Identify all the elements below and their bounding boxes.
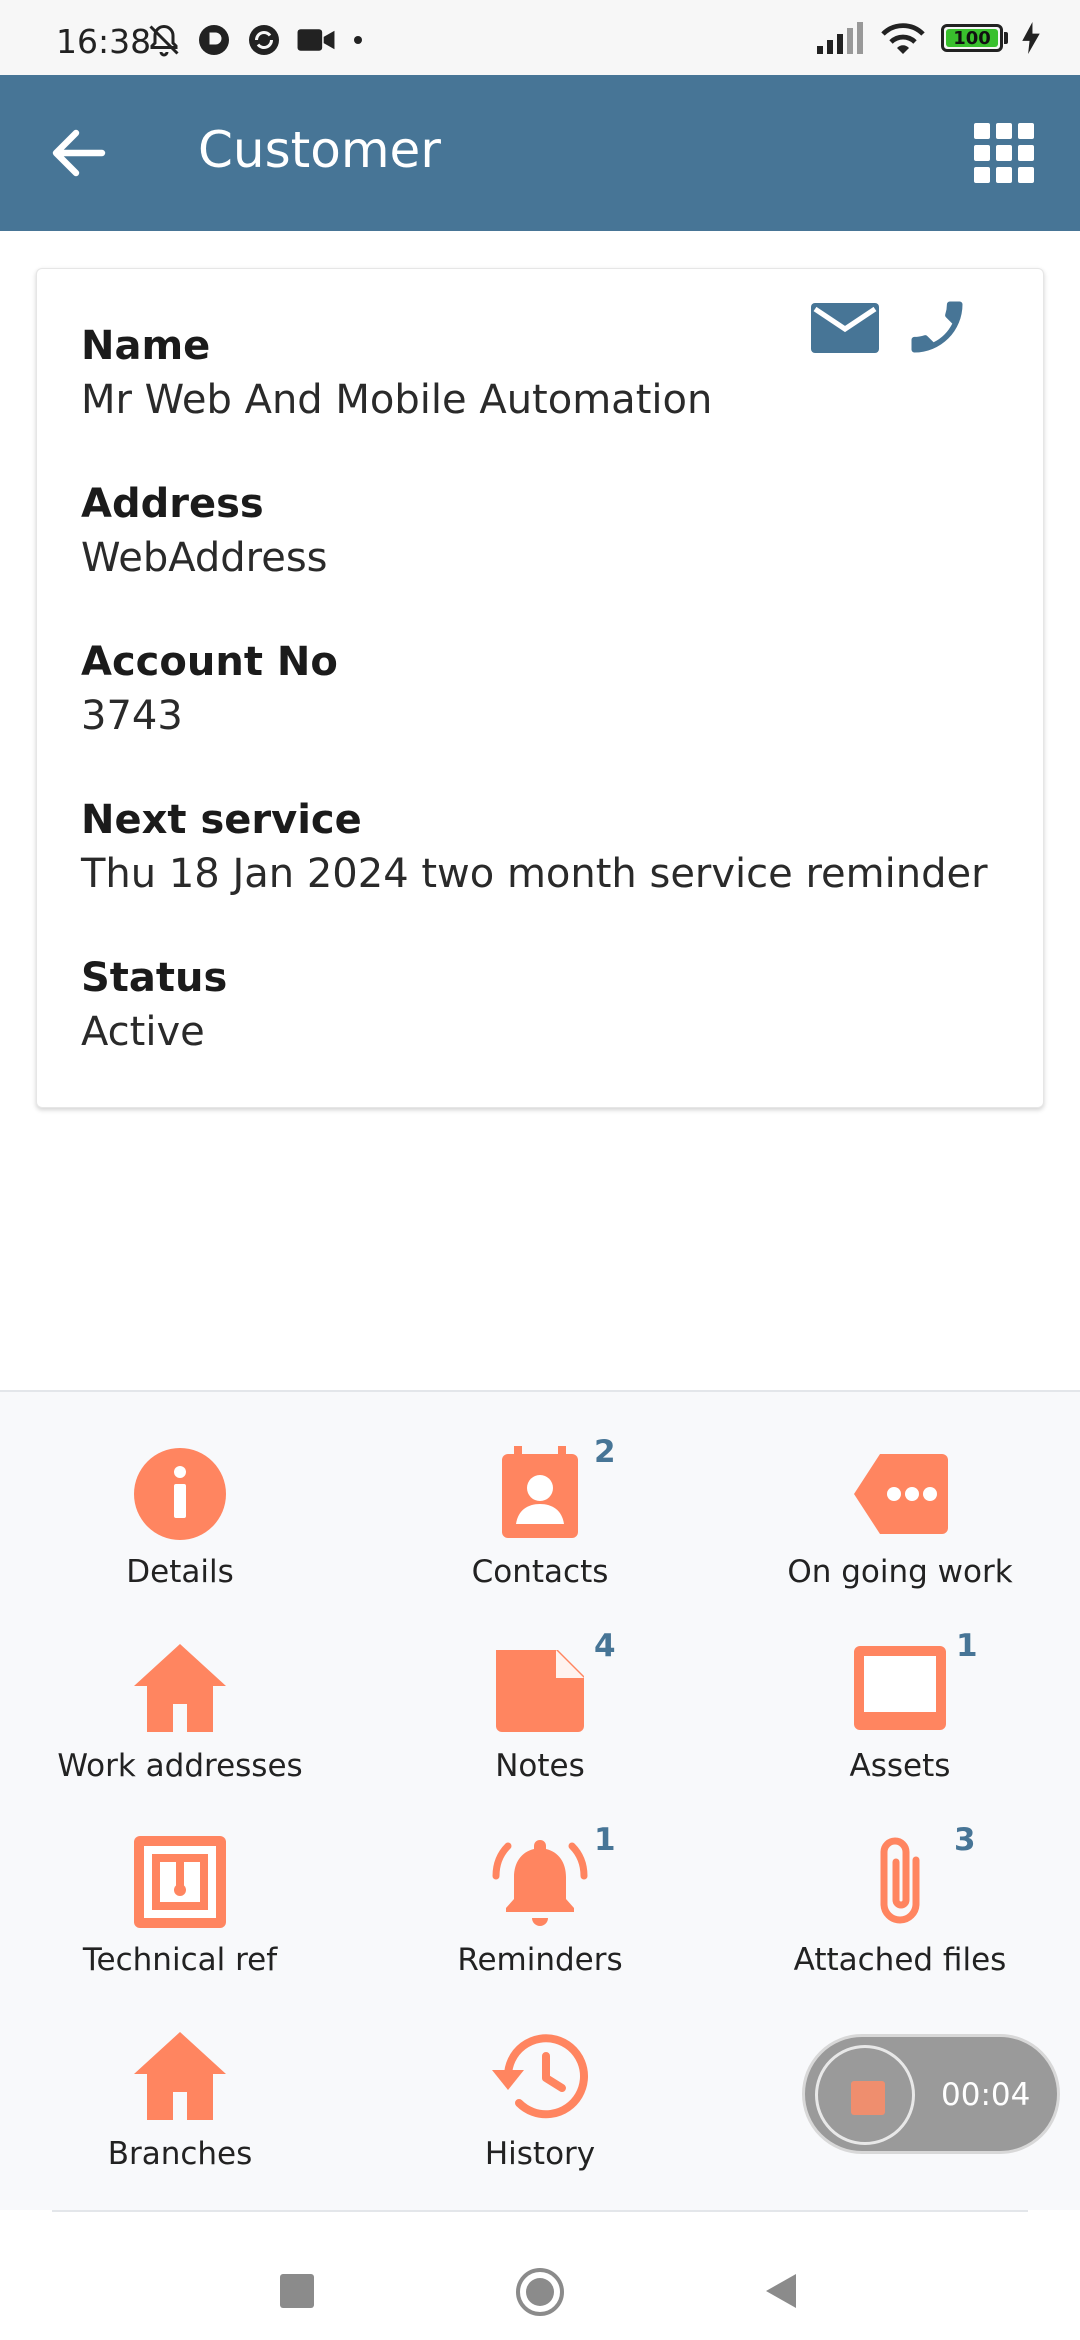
reminders-badge: 1 [594, 1822, 616, 1858]
customer-card: Name Mr Web And Mobile Automation Addres… [36, 268, 1044, 1108]
menu-item-history[interactable]: History [390, 2026, 690, 2176]
field-label: Address [81, 481, 264, 527]
page-title: Customer [198, 121, 441, 179]
menu-item-contacts[interactable]: 2 Contacts [390, 1434, 690, 1594]
menu-label: Details [126, 1554, 234, 1590]
apps-grid-icon [974, 123, 990, 139]
menu-item-assets[interactable]: 1 Assets [750, 1628, 1050, 1788]
name-field: Name Mr Web And Mobile Automation [81, 319, 712, 427]
status-bar: 16:38 100 [0, 0, 1080, 75]
field-label: Next service [81, 797, 362, 843]
notes-badge: 4 [594, 1628, 616, 1664]
home-icon [134, 1644, 226, 1732]
menu-item-work-addresses[interactable]: Work addresses [30, 1638, 330, 1788]
field-value: WebAddress [81, 535, 328, 581]
nfc-icon [134, 1836, 226, 1928]
menu-item-branches[interactable]: Branches [30, 2026, 330, 2176]
menu-label: Technical ref [82, 1942, 278, 1978]
menu-item-attached-files[interactable]: 3 Attached files [750, 1822, 1050, 1982]
home-icon [134, 2032, 226, 2120]
signal-icon [817, 22, 863, 54]
menu-label: Contacts [471, 1554, 609, 1590]
menu-item-details[interactable]: Details [30, 1444, 330, 1594]
back-arrow-icon [52, 129, 106, 177]
attached-files-badge: 3 [954, 1822, 976, 1858]
next-service-field: Next service Thu 18 Jan 2024 two month s… [81, 793, 988, 901]
paperclip-icon [880, 1837, 920, 1924]
account-no-field: Account No 3743 [81, 635, 338, 743]
app-bar: Customer [0, 75, 1080, 231]
tag-more-icon [854, 1454, 948, 1534]
charging-icon [1022, 22, 1040, 54]
phone-button[interactable] [903, 293, 971, 361]
tablet-icon [854, 1646, 946, 1730]
field-value: 3743 [81, 693, 183, 739]
menu-label: Work addresses [57, 1748, 303, 1784]
field-label: Account No [81, 639, 338, 685]
stop-icon [851, 2081, 885, 2115]
menu-label: Assets [849, 1748, 951, 1784]
contact-card-icon [502, 1446, 578, 1538]
field-value: Mr Web And Mobile Automation [81, 377, 713, 423]
address-field: Address WebAddress [81, 477, 328, 585]
wifi-icon [881, 23, 925, 54]
dot-icon [354, 36, 362, 44]
menu-label: Attached files [793, 1942, 1007, 1978]
mail-icon [811, 303, 879, 353]
system-nav-bar [0, 2210, 1080, 2340]
assets-badge: 1 [956, 1628, 978, 1664]
nav-divider [52, 2210, 1028, 2212]
battery-icon: 100 [941, 24, 1008, 52]
stop-recording-button[interactable] [815, 2045, 915, 2145]
status-right-icons: 100 [815, 20, 1040, 56]
info-icon [134, 1448, 226, 1540]
bell-ring-icon [492, 1840, 588, 1926]
screen-recorder[interactable]: 00:04 [802, 2034, 1060, 2154]
field-value: Thu 18 Jan 2024 two month service remind… [81, 851, 988, 897]
field-label: Name [81, 323, 211, 369]
phone-icon [911, 301, 963, 353]
recording-timer: 00:04 [941, 2077, 1031, 2113]
video-icon [297, 29, 335, 51]
field-label: Status [81, 955, 228, 1001]
home-circle-icon[interactable] [514, 2266, 566, 2318]
menu-label: Branches [107, 2136, 253, 2172]
note-icon [496, 1650, 584, 1732]
status-left-icons [146, 22, 366, 58]
recents-square-icon[interactable] [280, 2274, 314, 2308]
history-icon [492, 2034, 588, 2119]
menu-item-on-going-work[interactable]: On going work [750, 1444, 1050, 1594]
contacts-badge: 2 [594, 1434, 616, 1470]
menu-label: Notes [495, 1748, 585, 1784]
back-triangle-icon[interactable] [760, 2270, 802, 2312]
back-button[interactable] [50, 127, 106, 179]
menu-label: Reminders [457, 1942, 623, 1978]
menu-label: History [484, 2136, 596, 2172]
status-field: Status Active [81, 951, 227, 1059]
menu-item-technical-ref[interactable]: Technical ref [30, 1832, 330, 1982]
menu-label: On going work [787, 1554, 1013, 1590]
status-time: 16:38 [56, 22, 152, 61]
apps-grid-button[interactable] [974, 123, 1034, 183]
battery-level: 100 [953, 27, 991, 49]
field-value: Active [81, 1009, 205, 1055]
sync-icon [249, 25, 279, 55]
email-button[interactable] [811, 303, 879, 353]
menu-item-reminders[interactable]: 1 Reminders [390, 1822, 690, 1982]
menu-item-notes[interactable]: 4 Notes [390, 1628, 690, 1788]
mute-bell-icon [149, 24, 179, 57]
app-icon [199, 25, 229, 55]
